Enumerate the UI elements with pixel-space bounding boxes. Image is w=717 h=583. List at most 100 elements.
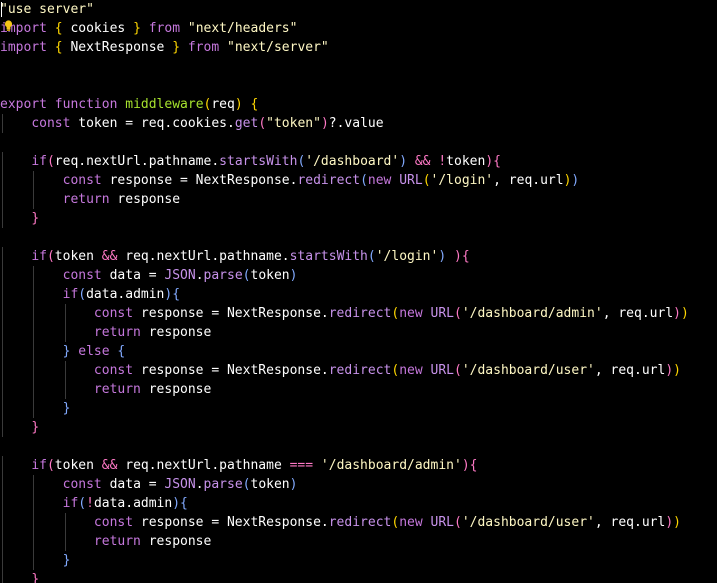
code-token: ) [673, 363, 681, 378]
code-token: redirect [297, 173, 361, 188]
code-token: token [446, 154, 486, 169]
code-token: ( [453, 515, 462, 530]
code-token: return [93, 534, 141, 549]
code-line[interactable]: return response [0, 380, 717, 399]
code-line[interactable]: if(data.admin){ [0, 285, 717, 304]
code-line[interactable] [0, 133, 717, 152]
code-token: NextResponse [62, 40, 173, 55]
code-token: { [250, 97, 259, 112]
code-token: { [461, 249, 470, 264]
code-line[interactable]: "use server" [0, 0, 717, 19]
code-token: req.nextUrl.pathname. [117, 249, 290, 264]
code-token: ( [78, 496, 87, 511]
code-token: ) [289, 268, 298, 283]
code-token: { [54, 40, 63, 55]
code-token: '/dashboard' [305, 154, 400, 169]
code-line[interactable] [0, 437, 717, 456]
code-line[interactable]: const data = JSON.parse(token) [0, 266, 717, 285]
code-line[interactable]: const data = JSON.parse(token) [0, 475, 717, 494]
code-token: , req.url [493, 173, 564, 188]
code-line[interactable]: } [0, 551, 717, 570]
code-line[interactable]: const response = NextResponse.redirect(n… [0, 304, 717, 323]
code-token: ( [46, 154, 55, 169]
code-token: '/dashboard/admin' [320, 458, 462, 473]
code-line[interactable]: export function middleware(req) { [0, 95, 717, 114]
code-line[interactable]: const response = NextResponse.redirect(n… [0, 513, 717, 532]
code-token: ) [571, 173, 580, 188]
code-line[interactable]: import { NextResponse } from "next/serve… [0, 38, 717, 57]
code-lines[interactable]: "use server" import { cookies } from "nex… [0, 0, 717, 583]
code-token: { [117, 344, 126, 359]
code-line[interactable]: if(token && req.nextUrl.pathname.startsW… [0, 247, 717, 266]
code-token: ! [86, 496, 94, 511]
code-line[interactable]: const response = NextResponse.redirect(n… [0, 361, 717, 380]
code-line[interactable] [0, 228, 717, 247]
code-line[interactable]: if(req.nextUrl.pathname.startsWith('/das… [0, 152, 717, 171]
code-token: response [140, 534, 212, 549]
code-editor[interactable]: "use server" import { cookies } from "nex… [0, 0, 717, 583]
code-token: if [31, 249, 47, 264]
code-line[interactable]: import { cookies } from "next/headers" [0, 19, 717, 38]
code-line[interactable] [0, 57, 717, 76]
code-token: from [187, 40, 220, 55]
code-line[interactable]: const response = NextResponse.redirect(n… [0, 171, 717, 190]
code-token: return [93, 382, 141, 397]
code-token: URL [399, 173, 423, 188]
code-token: } [31, 420, 40, 435]
code-token: data = [101, 477, 165, 492]
code-line[interactable]: return response [0, 532, 717, 551]
code-token: { [493, 154, 501, 169]
code-token: parse [203, 268, 243, 283]
code-token: "use server" [0, 2, 94, 17]
code-line[interactable]: } [0, 418, 717, 437]
code-token: token [54, 458, 102, 473]
code-token: "token" [266, 116, 321, 131]
code-token: } [62, 401, 71, 416]
code-token: ) [172, 496, 181, 511]
code-token: new [399, 515, 423, 530]
code-token: ) [673, 515, 681, 530]
code-token: '/dashboard/user' [461, 515, 595, 530]
code-token: response = NextResponse. [133, 515, 329, 530]
code-token: } [31, 211, 40, 226]
code-token: } [172, 40, 181, 55]
code-token: ( [46, 458, 55, 473]
code-token: URL [430, 306, 454, 321]
code-token: URL [430, 515, 454, 530]
code-token: ( [242, 268, 251, 283]
code-line[interactable]: if(!data.admin){ [0, 494, 717, 513]
code-line[interactable] [0, 76, 717, 95]
code-line[interactable]: if(token && req.nextUrl.pathname === '/d… [0, 456, 717, 475]
code-token: ) [673, 306, 681, 321]
code-line[interactable]: } else { [0, 342, 717, 361]
code-token: token [250, 477, 290, 492]
code-line[interactable]: return response [0, 190, 717, 209]
code-token: JSON [164, 268, 196, 283]
lightbulb-icon[interactable] [4, 20, 13, 32]
code-token: const [31, 116, 71, 131]
code-line[interactable]: } [0, 209, 717, 228]
code-token: . [195, 477, 204, 492]
code-token: data.admin [93, 496, 173, 511]
code-token: ( [242, 477, 251, 492]
code-token: ( [360, 173, 368, 188]
code-token: const [62, 173, 102, 188]
code-line[interactable]: } [0, 570, 717, 583]
code-token: const [93, 515, 134, 530]
code-token: req [211, 97, 235, 112]
code-line[interactable]: } [0, 399, 717, 418]
code-line[interactable]: const token = req.cookies.get("token")?.… [0, 114, 717, 133]
code-line[interactable]: return response [0, 323, 717, 342]
code-token: import [0, 40, 47, 55]
